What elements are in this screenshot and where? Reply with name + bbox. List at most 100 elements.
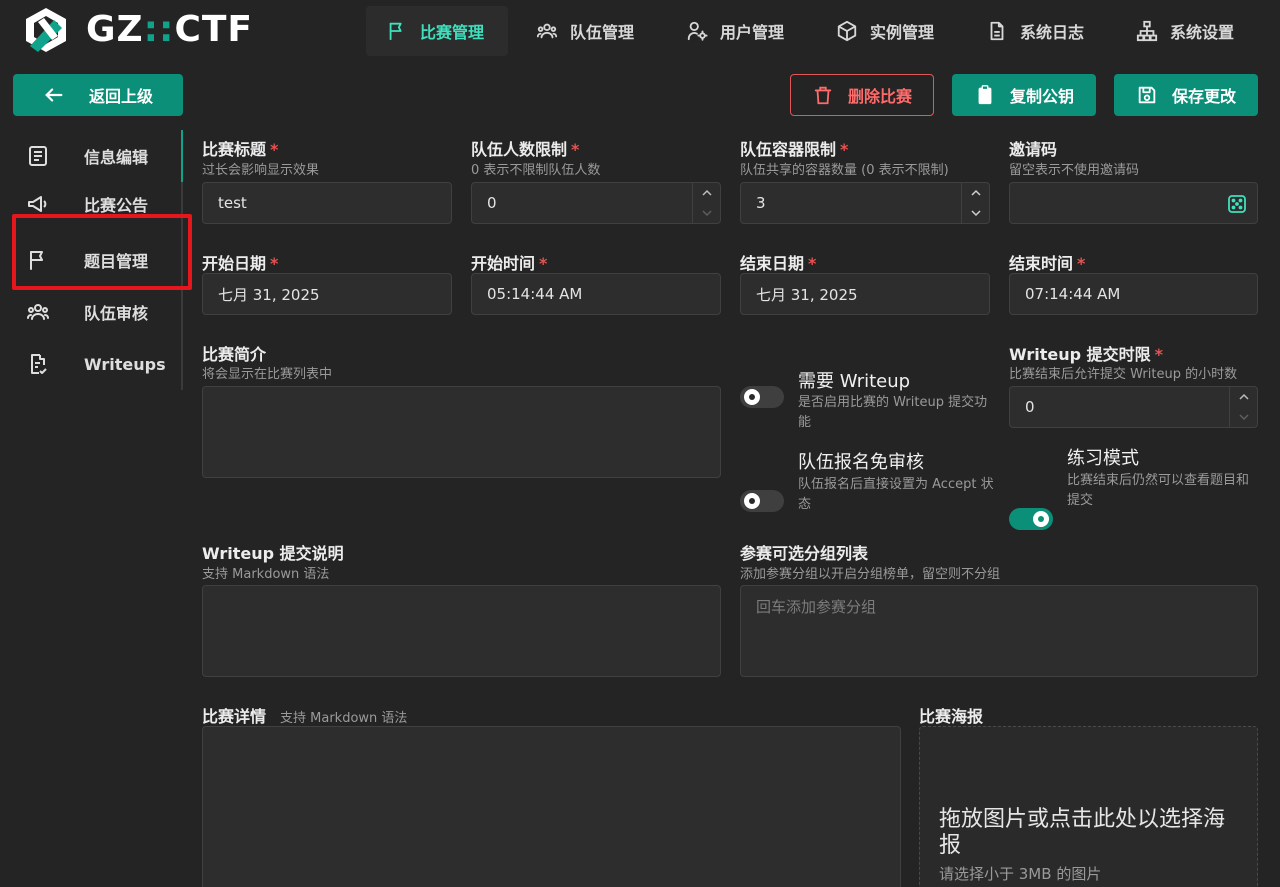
title-label: 比赛标题 * (202, 140, 279, 159)
save-changes-button[interactable]: 保存更改 (1114, 74, 1258, 116)
writeup-deadline-stepper[interactable]: 0 (1009, 386, 1258, 428)
team-size-stepper[interactable]: 0 (471, 182, 721, 224)
back-button[interactable]: 返回上级 (13, 74, 183, 116)
start-date-label: 开始日期 * (202, 254, 279, 273)
clipboard-icon (974, 84, 996, 106)
invite-code-input[interactable] (1009, 182, 1258, 224)
brand-title: GZ::CTF (86, 9, 254, 50)
auto-accept-title: 队伍报名免审核 (798, 452, 924, 473)
nav-games[interactable]: 比赛管理 (366, 6, 508, 56)
nav-settings[interactable]: 系统设置 (1116, 6, 1266, 56)
container-limit-desc: 队伍共享的容器数量 (0 表示不限制) (740, 163, 949, 178)
gzctf-logo-icon (24, 6, 68, 54)
start-date-input[interactable]: 七月 31, 2025 (202, 273, 452, 315)
users-icon (14, 300, 84, 324)
auto-accept-desc: 队伍报名后直接设置为 Accept 状态 (798, 477, 994, 512)
megaphone-icon (14, 192, 84, 216)
poster-hint: 请选择小于 3MB 的图片 (939, 865, 1102, 883)
writeup-note-textarea[interactable] (202, 585, 721, 677)
decrement-button[interactable] (1230, 407, 1257, 427)
poster-label: 比赛海报 (919, 707, 984, 726)
invite-code-label: 邀请码 (1009, 140, 1058, 159)
sidebar-item-label: 信息编辑 (84, 148, 149, 167)
flag-icon (386, 20, 408, 42)
divisions-placeholder: 回车添加参赛分组 (756, 598, 877, 616)
container-limit-stepper[interactable]: 3 (740, 182, 990, 224)
poster-dropzone[interactable]: 拖放图片或点击此处以选择海报 请选择小于 3MB 的图片 (919, 726, 1258, 887)
writeup-required-title: 需要 Writeup (798, 371, 911, 392)
nav-instances[interactable]: 实例管理 (816, 6, 958, 56)
nav-logs[interactable]: 系统日志 (966, 6, 1108, 56)
trash-icon (812, 84, 834, 106)
sidebar-item-info[interactable]: 信息编辑 (14, 132, 182, 180)
end-time-value: 07:14:44 AM (1025, 285, 1121, 303)
box-icon (836, 20, 858, 42)
highlight-box (12, 214, 192, 290)
sidebar-item-team-review[interactable]: 队伍审核 (14, 288, 182, 336)
details-textarea[interactable] (202, 726, 901, 887)
save-icon (1136, 84, 1158, 106)
details-desc: 支持 Markdown 语法 (280, 711, 408, 726)
end-date-label: 结束日期 * (740, 254, 817, 273)
summary-label: 比赛简介 (202, 345, 267, 364)
title-desc: 过长会影响显示效果 (202, 163, 320, 178)
practice-mode-title: 练习模式 (1067, 448, 1139, 469)
divisions-desc: 添加参赛分组以开启分组榜单，留空则不分组 (740, 567, 1001, 582)
arrow-left-icon (43, 84, 65, 106)
nav-label: 用户管理 (720, 23, 785, 42)
auto-accept-toggle[interactable] (740, 490, 784, 512)
end-date-input[interactable]: 七月 31, 2025 (740, 273, 990, 315)
sidebar-item-label: Writeups (84, 354, 166, 374)
details-label: 比赛详情 支持 Markdown 语法 (202, 707, 408, 726)
nav-label: 队伍管理 (570, 23, 635, 42)
writeup-required-desc: 是否启用比赛的 Writeup 提交功能 (798, 395, 988, 430)
title-input[interactable]: test (202, 182, 452, 224)
poster-drop-text: 拖放图片或点击此处以选择海报 (939, 807, 1226, 858)
nav-label: 实例管理 (870, 23, 935, 42)
delete-game-button[interactable]: 删除比赛 (790, 74, 934, 116)
nav-label: 比赛管理 (420, 23, 485, 42)
decrement-button[interactable] (693, 203, 720, 223)
end-time-input[interactable]: 07:14:44 AM (1009, 273, 1258, 315)
nav-users[interactable]: 用户管理 (666, 6, 808, 56)
increment-button[interactable] (1230, 387, 1257, 407)
decrement-button[interactable] (962, 203, 989, 223)
nav-teams[interactable]: 队伍管理 (516, 6, 658, 56)
users-icon (536, 20, 558, 42)
title-value: test (218, 194, 247, 212)
save-changes-label: 保存更改 (1171, 87, 1236, 106)
delete-game-label: 删除比赛 (847, 87, 912, 106)
end-time-label: 结束时间 * (1009, 254, 1086, 273)
file-text-icon (986, 20, 1008, 42)
practice-mode-desc: 比赛结束后仍然可以查看题目和提交 (1067, 473, 1250, 508)
container-limit-value: 3 (756, 194, 766, 212)
summary-desc: 将会显示在比赛列表中 (202, 367, 333, 382)
invite-code-desc: 留空表示不使用邀请码 (1009, 163, 1140, 178)
sidebar-item-label: 队伍审核 (84, 304, 149, 323)
practice-mode-toggle[interactable] (1009, 508, 1053, 530)
increment-button[interactable] (693, 183, 720, 203)
dice-icon[interactable] (1227, 194, 1247, 214)
team-size-label: 队伍人数限制 * (471, 140, 580, 159)
sidebar-item-label: 比赛公告 (84, 196, 149, 215)
start-time-input[interactable]: 05:14:44 AM (471, 273, 721, 315)
copy-public-key-button[interactable]: 复制公钥 (952, 74, 1096, 116)
divisions-input[interactable]: 回车添加参赛分组 (740, 585, 1258, 677)
team-size-value: 0 (487, 194, 497, 212)
file-text-icon (14, 144, 84, 168)
summary-textarea[interactable] (202, 386, 721, 478)
writeup-deadline-label: Writeup 提交时限 * (1009, 345, 1164, 364)
divisions-label: 参赛可选分组列表 (740, 544, 869, 563)
copy-public-key-label: 复制公钥 (1009, 87, 1074, 106)
user-cog-icon (686, 20, 708, 42)
sitemap-icon (1136, 20, 1158, 42)
increment-button[interactable] (962, 183, 989, 203)
back-button-label: 返回上级 (88, 87, 153, 106)
sidebar-item-writeups[interactable]: Writeups (14, 340, 182, 388)
start-time-label: 开始时间 * (471, 254, 548, 273)
writeup-required-toggle[interactable] (740, 386, 784, 408)
writeup-note-label: Writeup 提交说明 (202, 544, 344, 563)
start-date-value: 七月 31, 2025 (218, 285, 320, 304)
writeup-note-desc: 支持 Markdown 语法 (202, 567, 330, 582)
container-limit-label: 队伍容器限制 * (740, 140, 849, 159)
